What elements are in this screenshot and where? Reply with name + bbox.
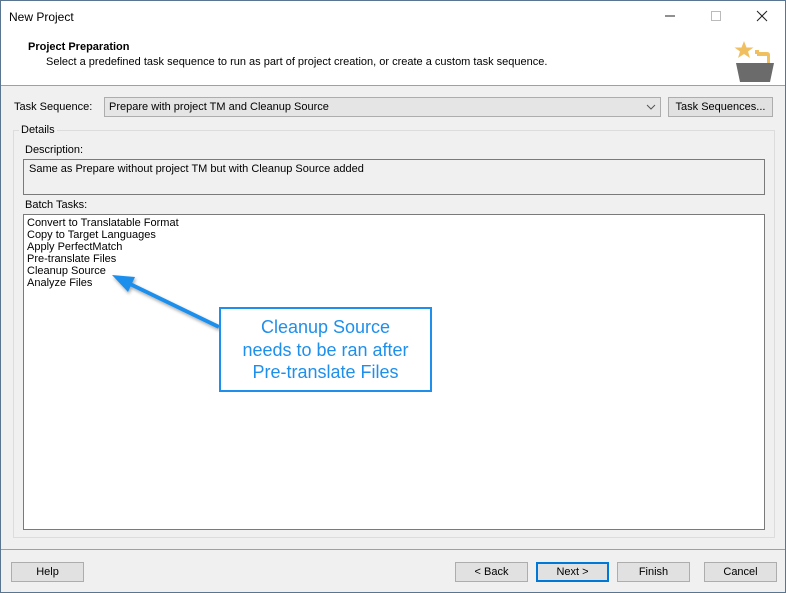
annotation-line: Pre-translate Files bbox=[252, 362, 399, 382]
description-field[interactable]: Same as Prepare without project TM but w… bbox=[23, 159, 765, 195]
batch-task-item[interactable]: Apply PerfectMatch bbox=[27, 241, 122, 253]
next-button[interactable]: Next > bbox=[536, 562, 609, 582]
batch-task-item[interactable]: Copy to Target Languages bbox=[27, 229, 156, 241]
details-group-label: Details bbox=[19, 124, 57, 136]
page-subtitle: Select a predefined task sequence to run… bbox=[46, 56, 548, 68]
maximize-icon bbox=[711, 11, 721, 21]
window-title: New Project bbox=[9, 10, 74, 24]
task-sequence-value: Prepare with project TM and Cleanup Sour… bbox=[109, 101, 329, 113]
help-button[interactable]: Help bbox=[11, 562, 84, 582]
description-label: Description: bbox=[25, 144, 84, 156]
title-bar: New Project bbox=[1, 1, 785, 31]
batch-task-item[interactable]: Pre-translate Files bbox=[27, 253, 116, 265]
task-sequences-button[interactable]: Task Sequences... bbox=[668, 97, 773, 117]
annotation-line: Cleanup Source bbox=[260, 317, 391, 337]
task-sequence-dropdown[interactable]: Prepare with project TM and Cleanup Sour… bbox=[104, 97, 661, 117]
task-sequence-label: Task Sequence: bbox=[14, 101, 93, 113]
minimize-button[interactable] bbox=[647, 1, 693, 31]
close-button[interactable] bbox=[739, 1, 785, 31]
batch-tasks-star-bucket-icon bbox=[734, 41, 774, 82]
batch-tasks-label: Batch Tasks: bbox=[25, 199, 88, 211]
annotation-callout: Cleanup Source needs to be ran after Pre… bbox=[219, 307, 432, 392]
minimize-icon bbox=[665, 15, 675, 17]
chevron-down-icon bbox=[646, 100, 656, 117]
footer-separator bbox=[1, 549, 785, 550]
page-title: Project Preparation bbox=[28, 41, 130, 53]
back-button[interactable]: < Back bbox=[455, 562, 528, 582]
maximize-button[interactable] bbox=[693, 1, 739, 31]
cancel-button[interactable]: Cancel bbox=[704, 562, 777, 582]
description-value: Same as Prepare without project TM but w… bbox=[29, 163, 364, 175]
batch-task-item[interactable]: Cleanup Source bbox=[27, 265, 106, 277]
finish-button[interactable]: Finish bbox=[617, 562, 690, 582]
batch-task-item[interactable]: Convert to Translatable Format bbox=[27, 217, 179, 229]
new-project-dialog: New Project Project Preparation Select a… bbox=[0, 0, 786, 593]
annotation-line: needs to be ran after bbox=[242, 339, 409, 360]
close-icon bbox=[756, 10, 768, 22]
batch-task-item[interactable]: Analyze Files bbox=[27, 277, 92, 289]
wizard-header: Project Preparation Select a predefined … bbox=[1, 31, 785, 86]
